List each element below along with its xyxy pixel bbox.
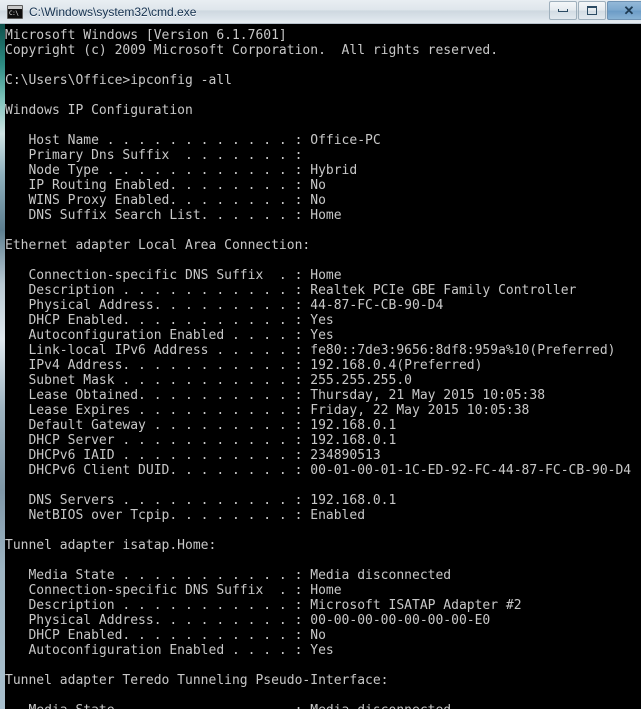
console-line: Description . . . . . . . . . . . : Micr… (5, 598, 522, 613)
console-line: Primary Dns Suffix . . . . . . . : (5, 148, 303, 163)
console-line: IP Routing Enabled. . . . . . . . : No (5, 178, 326, 193)
minimize-icon (558, 9, 568, 12)
console-line: Physical Address. . . . . . . . . : 44-8… (5, 298, 444, 313)
cmd-icon-label: C:\ (9, 10, 19, 17)
console-line: Lease Expires . . . . . . . . . . : Frid… (5, 403, 530, 418)
console-line: DNS Servers . . . . . . . . . . . : 192.… (5, 493, 397, 508)
console-line: WINS Proxy Enabled. . . . . . . . : No (5, 193, 326, 208)
console-line: Default Gateway . . . . . . . . . : 192.… (5, 418, 397, 433)
close-icon: ✕ (623, 3, 635, 18)
maximize-icon (587, 6, 597, 15)
console-line: Connection-specific DNS Suffix . : Home (5, 268, 342, 283)
console-line: C:\Users\Office>ipconfig -all (5, 73, 232, 88)
console-line: Lease Obtained. . . . . . . . . . : Thur… (5, 388, 546, 403)
console-line: Node Type . . . . . . . . . . . . : Hybr… (5, 163, 358, 178)
console-line: DHCP Server . . . . . . . . . . . : 192.… (5, 433, 397, 448)
close-button[interactable]: ✕ (607, 1, 641, 20)
minimize-button[interactable] (549, 1, 577, 20)
title-bar-left: C:\ C:\Windows\system32\cmd.exe (7, 0, 196, 24)
console-lines: Microsoft Windows [Version 6.1.7601] Copy… (5, 28, 641, 709)
console-output-area[interactable]: Microsoft Windows [Version 6.1.7601] Copy… (5, 24, 641, 709)
window-title: C:\Windows\system32\cmd.exe (29, 5, 197, 19)
console-line: Microsoft Windows [Version 6.1.7601] (5, 28, 287, 43)
console-line: Link-local IPv6 Address . . . . . : fe80… (5, 343, 616, 358)
console-line: Ethernet adapter Local Area Connection: (5, 238, 311, 253)
cmd-window: C:\ C:\Windows\system32\cmd.exe ✕ Micros… (0, 0, 641, 709)
console-line: Autoconfiguration Enabled . . . . : Yes (5, 643, 334, 658)
console-line: Media State . . . . . . . . . . . : Medi… (5, 568, 452, 583)
title-bar[interactable]: C:\ C:\Windows\system32\cmd.exe ✕ (0, 0, 641, 24)
cmd-console-icon: C:\ (7, 5, 23, 19)
console-line: DNS Suffix Search List. . . . . . : Home (5, 208, 342, 223)
console-line: Autoconfiguration Enabled . . . . : Yes (5, 328, 334, 343)
console-line: Tunnel adapter isatap.Home: (5, 538, 217, 553)
console-line: Subnet Mask . . . . . . . . . . . : 255.… (5, 373, 412, 388)
console-line: Connection-specific DNS Suffix . : Home (5, 583, 342, 598)
console-line: DHCPv6 IAID . . . . . . . . . . . : 2348… (5, 448, 381, 463)
console-line: Media State . . . . . . . . . . . : Medi… (5, 703, 641, 709)
console-line: DHCP Enabled. . . . . . . . . . . : No (5, 628, 326, 643)
console-line: DHCP Enabled. . . . . . . . . . . : Yes (5, 313, 334, 328)
console-line: IPv4 Address. . . . . . . . . . . : 192.… (5, 358, 483, 373)
maximize-button[interactable] (578, 1, 606, 20)
window-controls: ✕ (548, 1, 641, 20)
console-line: Physical Address. . . . . . . . . : 00-0… (5, 613, 491, 628)
console-line: Windows IP Configuration (5, 103, 193, 118)
console-line: Host Name . . . . . . . . . . . . : Offi… (5, 133, 381, 148)
console-line: Tunnel adapter Teredo Tunneling Pseudo-I… (5, 673, 389, 688)
console-line: Copyright (c) 2009 Microsoft Corporation… (5, 43, 499, 58)
console-line: Description . . . . . . . . . . . : Real… (5, 283, 577, 298)
console-line: NetBIOS over Tcpip. . . . . . . . : Enab… (5, 508, 366, 523)
console-line: DHCPv6 Client DUID. . . . . . . . : 00-0… (5, 463, 632, 478)
